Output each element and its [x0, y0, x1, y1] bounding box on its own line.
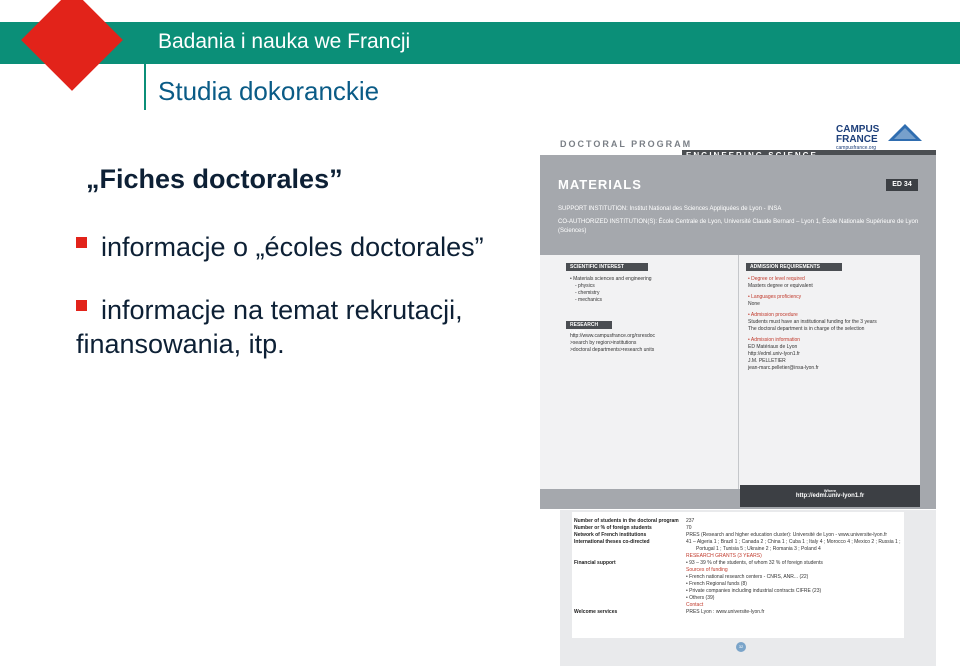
doc-stat-value: Sources of funding [686, 567, 728, 573]
header-title: Badania i nauka we Francji [158, 30, 411, 53]
doc-stat-value: • French national research centers - CNR… [686, 574, 809, 580]
doc-admission-line: Students must have an institutional fund… [748, 319, 877, 325]
doc-stat-value: PRES (Research and higher education clus… [686, 532, 888, 538]
doc-stat-label: International theses co-directed [574, 539, 650, 545]
bullet-text: informacje na temat rekrutacji, finansow… [76, 295, 463, 359]
doc-admission-line: J.M. PELLETIER [748, 358, 786, 364]
doc-units-list: http://www.campusfrance.org/rsresdoc >se… [570, 333, 730, 354]
doc-interest-line: - chemistry [575, 290, 600, 296]
doc-research-units-heading: RESEARCH UNITS [566, 321, 612, 336]
doc-stat-label: Financial support [574, 560, 616, 566]
doc-admission-line: • Admission information [748, 337, 801, 343]
doctoral-fiche-thumbnail: DOCTORAL PROGRAM ENGINEERING SCIENCE CAM… [540, 124, 936, 666]
doc-interest-line: - physics [575, 283, 595, 289]
doc-stats-labels: Number of students in the doctoral progr… [574, 518, 686, 616]
doc-stat-value: 41 – Algeria 1 ; Brazil 1 ; Canada 2 ; C… [686, 539, 901, 545]
doc-interest-line: - mechanics [575, 297, 602, 303]
doc-program-label: DOCTORAL PROGRAM [560, 139, 693, 149]
doc-url-text: http://edml.univ-lyon1.fr [795, 493, 865, 499]
doc-stat-value: PRES Lyon : www.universite-lyon.fr [686, 609, 765, 615]
doc-admission-line: • Admission procedure [748, 312, 798, 318]
doc-stat-value: • Others (39) [686, 595, 715, 601]
doc-interest-list: • Materials sciences and engineering - p… [570, 276, 730, 304]
doc-stat-value: • Private companies including industrial… [686, 588, 822, 594]
doc-stat-value: 237 [686, 518, 695, 524]
campus-france-logo: CAMPUS FRANCE campusfrance.org [836, 124, 926, 158]
fiches-heading: „Fiches doctorales” [86, 164, 343, 194]
bullet-square-icon [76, 300, 87, 311]
doc-stat-value: • French Regional funds (8) [686, 581, 747, 587]
doc-stat-label: Number of students in the doctoral progr… [574, 518, 679, 524]
doc-stat-value: • 93 – 39 % of the students, of whom 32 … [686, 560, 823, 566]
bullet-square-icon [76, 237, 87, 248]
doc-admission-heading: ADMISSION REQUIREMENTS [746, 263, 842, 271]
doc-admission-line: http://edml.univ-lyon1.fr [748, 351, 800, 357]
doc-stat-value: RESEARCH GRANTS (3 YEARS) [686, 553, 762, 559]
logo-line2: FRANCE [836, 134, 878, 145]
doc-admission-line: ED Matériaux de Lyon [748, 344, 798, 350]
logo-line3: campusfrance.org [836, 145, 877, 151]
doc-stat-value: Portugal 1 ; Tunisia 5 ; Ukraine 2 ; Rom… [696, 546, 821, 552]
doc-url-bar: Where http://edml.univ-lyon1.fr [740, 485, 920, 507]
logo-diamond [21, 0, 123, 91]
doc-stats-area: Number of students in the doctoral progr… [560, 510, 936, 666]
doc-stat-label [574, 567, 686, 574]
doc-support-text: SUPPORT INSTITUTION: Institut National d… [558, 205, 930, 236]
doc-unit-line: http://www.campusfrance.org/rsresdoc [570, 333, 656, 339]
header-divider [144, 30, 146, 110]
doc-stat-label [574, 553, 686, 560]
doc-admission-line: • Degree or level required [748, 276, 805, 282]
doc-interest-line: • Materials sciences and engineering [570, 276, 652, 282]
doc-stats-values: 237 70 PRES (Research and higher educati… [686, 518, 902, 616]
doc-stat-value: 70 [686, 525, 692, 531]
doc-stat-label [574, 602, 686, 609]
doc-admission-line: Masters degree or equivalent [748, 283, 813, 289]
doc-admission-list: • Degree or level required Masters degre… [748, 276, 918, 372]
doc-admission-line: The doctoral department is in charge of … [748, 326, 865, 332]
doc-stat-label [574, 595, 686, 602]
doc-unit-line: >doctoral departments>research units [570, 347, 655, 353]
doc-stat-label [574, 588, 686, 595]
doc-coauth-line: CO-AUTHORIZED INSTITUTION(S): École Cent… [558, 219, 919, 234]
doc-page-number: 32 [736, 642, 746, 652]
doc-stats-sheet: Number of students in the doctoral progr… [572, 512, 904, 638]
doc-admission-line: • Languages proficiency [748, 294, 802, 300]
doc-stat-value: Contact [686, 602, 704, 608]
logo-grid-icon [888, 124, 922, 141]
doc-materials-title: MATERIALS [558, 177, 642, 192]
bullet-item: informacje o „écoles doctorales” [76, 230, 484, 264]
doc-stat-label: Welcome services [574, 609, 618, 615]
doc-stat-label: Network of French institutions [574, 532, 647, 538]
bullet-item: informacje na temat rekrutacji, finansow… [76, 293, 536, 361]
doc-admission-line: None [748, 301, 760, 307]
header-subtitle: Studia dokoranckie [158, 76, 380, 106]
doc-divider [738, 255, 739, 489]
doc-stat-label [574, 581, 686, 588]
doc-scientific-interest-heading: SCIENTIFIC INTEREST [566, 263, 648, 271]
doc-header-block: MATERIALS ED 34 SUPPORT INSTITUTION: Ins… [540, 155, 936, 255]
doc-unit-line: >search by region>institutions [570, 340, 637, 346]
doc-stat-label [574, 546, 686, 553]
doc-admission-line: jean-marc.pelletier@insa-lyon.fr [748, 365, 819, 371]
doc-right-strip [920, 255, 936, 489]
doc-support-line: SUPPORT INSTITUTION: Institut National d… [558, 206, 782, 212]
doc-stat-label [574, 574, 686, 581]
doc-stat-label: Number or % of foreign students [574, 525, 652, 531]
doc-ed-badge: ED 34 [886, 179, 918, 191]
bullet-text: informacje o „écoles doctorales” [101, 232, 484, 262]
